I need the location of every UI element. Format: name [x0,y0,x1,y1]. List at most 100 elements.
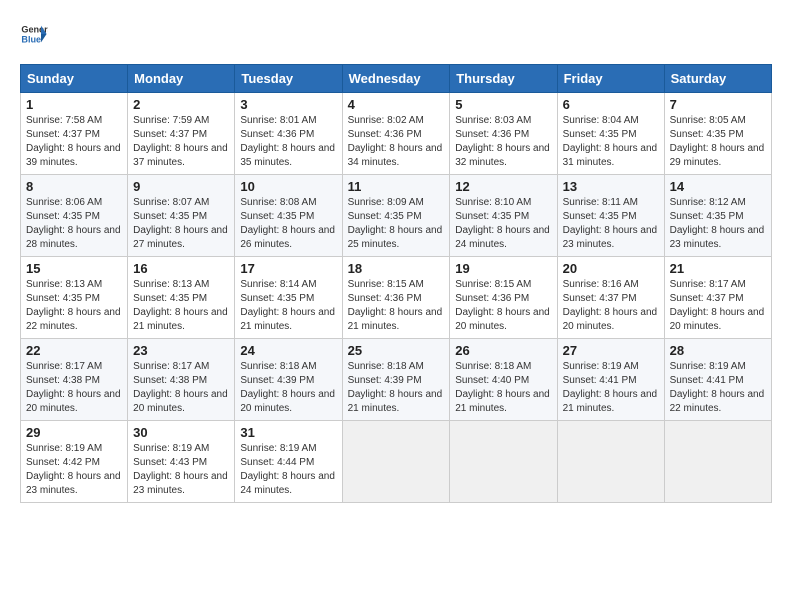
day-number: 19 [455,261,551,276]
day-cell: 7 Sunrise: 8:05 AMSunset: 4:35 PMDaylight… [664,93,771,175]
day-cell: 26 Sunrise: 8:18 AMSunset: 4:40 PMDayligh… [450,339,557,421]
day-number: 16 [133,261,229,276]
day-number: 6 [563,97,659,112]
header-sunday: Sunday [21,65,128,93]
day-info: Sunrise: 8:19 AMSunset: 4:44 PMDaylight:… [240,442,336,498]
day-info: Sunrise: 8:15 AMSunset: 4:36 PMDaylight:… [348,278,445,334]
day-number: 10 [240,179,336,194]
calendar-header-row: SundayMondayTuesdayWednesdayThursdayFrid… [21,65,772,93]
day-info: Sunrise: 8:02 AMSunset: 4:36 PMDaylight:… [348,114,445,170]
day-cell: 30Sunrise: 8:19 AMSunset: 4:43 PMDayligh… [128,421,235,503]
day-info: Sunrise: 8:17 AMSunset: 4:37 PMDaylight:… [670,278,766,334]
week-row-2: 8 Sunrise: 8:06 AMSunset: 4:35 PMDaylight… [21,175,772,257]
day-cell [450,421,557,503]
day-info: Sunrise: 8:13 AMSunset: 4:35 PMDaylight:… [26,278,122,334]
day-info: Sunrise: 8:09 AMSunset: 4:35 PMDaylight:… [348,196,445,252]
day-cell: 3 Sunrise: 8:01 AMSunset: 4:36 PMDaylight… [235,93,342,175]
day-number: 30 [133,425,229,440]
day-cell: 6 Sunrise: 8:04 AMSunset: 4:35 PMDaylight… [557,93,664,175]
day-number: 22 [26,343,122,358]
day-cell: 4 Sunrise: 8:02 AMSunset: 4:36 PMDaylight… [342,93,450,175]
day-number: 21 [670,261,766,276]
day-info: Sunrise: 8:08 AMSunset: 4:35 PMDaylight:… [240,196,336,252]
page-header: General Blue [20,20,772,48]
day-number: 8 [26,179,122,194]
day-cell: 18 Sunrise: 8:15 AMSunset: 4:36 PMDayligh… [342,257,450,339]
day-cell: 5 Sunrise: 8:03 AMSunset: 4:36 PMDaylight… [450,93,557,175]
header-friday: Friday [557,65,664,93]
day-info: Sunrise: 8:10 AMSunset: 4:35 PMDaylight:… [455,196,551,252]
day-cell: 31Sunrise: 8:19 AMSunset: 4:44 PMDayligh… [235,421,342,503]
day-cell: 20 Sunrise: 8:16 AMSunset: 4:37 PMDayligh… [557,257,664,339]
day-number: 25 [348,343,445,358]
day-cell: 22Sunrise: 8:17 AMSunset: 4:38 PMDayligh… [21,339,128,421]
day-info: Sunrise: 8:01 AMSunset: 4:36 PMDaylight:… [240,114,336,170]
day-number: 3 [240,97,336,112]
day-cell: 27 Sunrise: 8:19 AMSunset: 4:41 PMDayligh… [557,339,664,421]
day-number: 2 [133,97,229,112]
day-number: 13 [563,179,659,194]
week-row-4: 22 Sunrise: 8:17 AMSunset: 4:38 PMDayligh… [21,339,772,421]
day-cell: 2 Sunrise: 7:59 AMSunset: 4:37 PMDaylight… [128,93,235,175]
day-info: Sunrise: 8:14 AMSunset: 4:35 PMDaylight:… [240,278,336,334]
day-cell: 14Sunrise: 8:12 AMSunset: 4:35 PMDayligh… [664,175,771,257]
week-row-5: 29 Sunrise: 8:19 AMSunset: 4:42 PMDayligh… [21,421,772,503]
day-info: Sunrise: 8:18 AMSunset: 4:39 PMDaylight:… [240,360,336,416]
header-thursday: Thursday [450,65,557,93]
week-row-1: 1Sunrise: 7:58 AMSunset: 4:37 PMDaylight… [21,93,772,175]
calendar-table: SundayMondayTuesdayWednesdayThursdayFrid… [20,64,772,503]
day-cell: 28Sunrise: 8:19 AMSunset: 4:41 PMDayligh… [664,339,771,421]
day-cell: 21 Sunrise: 8:17 AMSunset: 4:37 PMDayligh… [664,257,771,339]
day-info: Sunrise: 8:04 AMSunset: 4:35 PMDaylight:… [563,114,659,170]
day-info: Sunrise: 8:03 AMSunset: 4:36 PMDaylight:… [455,114,551,170]
day-number: 12 [455,179,551,194]
day-number: 23 [133,343,229,358]
day-cell: 15 Sunrise: 8:13 AMSunset: 4:35 PMDayligh… [21,257,128,339]
day-number: 5 [455,97,551,112]
header-saturday: Saturday [664,65,771,93]
day-number: 11 [348,179,445,194]
day-number: 29 [26,425,122,440]
day-number: 1 [26,97,122,112]
day-number: 20 [563,261,659,276]
logo: General Blue [20,20,52,48]
header-monday: Monday [128,65,235,93]
day-info: Sunrise: 8:16 AMSunset: 4:37 PMDaylight:… [563,278,659,334]
day-number: 26 [455,343,551,358]
header-tuesday: Tuesday [235,65,342,93]
day-cell [342,421,450,503]
day-info: Sunrise: 8:18 AMSunset: 4:40 PMDaylight:… [455,360,551,416]
day-number: 15 [26,261,122,276]
day-cell: 1Sunrise: 7:58 AMSunset: 4:37 PMDaylight… [21,93,128,175]
day-number: 18 [348,261,445,276]
day-info: Sunrise: 7:59 AMSunset: 4:37 PMDaylight:… [133,114,229,170]
day-info: Sunrise: 8:11 AMSunset: 4:35 PMDaylight:… [563,196,659,252]
day-cell: 19 Sunrise: 8:15 AMSunset: 4:36 PMDayligh… [450,257,557,339]
day-info: Sunrise: 8:05 AMSunset: 4:35 PMDaylight:… [670,114,766,170]
day-info: Sunrise: 8:19 AMSunset: 4:41 PMDaylight:… [563,360,659,416]
day-number: 4 [348,97,445,112]
day-cell: 11 Sunrise: 8:09 AMSunset: 4:35 PMDayligh… [342,175,450,257]
day-info: Sunrise: 8:19 AMSunset: 4:42 PMDaylight:… [26,442,122,498]
day-cell: 10 Sunrise: 8:08 AMSunset: 4:35 PMDayligh… [235,175,342,257]
day-number: 27 [563,343,659,358]
day-cell: 17 Sunrise: 8:14 AMSunset: 4:35 PMDayligh… [235,257,342,339]
day-info: Sunrise: 8:19 AMSunset: 4:41 PMDaylight:… [670,360,766,416]
day-cell [557,421,664,503]
day-number: 17 [240,261,336,276]
day-number: 9 [133,179,229,194]
day-cell: 23 Sunrise: 8:17 AMSunset: 4:38 PMDayligh… [128,339,235,421]
day-info: Sunrise: 8:06 AMSunset: 4:35 PMDaylight:… [26,196,122,252]
day-number: 7 [670,97,766,112]
day-info: Sunrise: 8:17 AMSunset: 4:38 PMDaylight:… [133,360,229,416]
day-info: Sunrise: 8:12 AMSunset: 4:35 PMDaylight:… [670,196,766,252]
week-row-3: 15 Sunrise: 8:13 AMSunset: 4:35 PMDayligh… [21,257,772,339]
day-cell: 12 Sunrise: 8:10 AMSunset: 4:35 PMDayligh… [450,175,557,257]
svg-text:Blue: Blue [21,34,41,44]
header-wednesday: Wednesday [342,65,450,93]
day-cell: 16Sunrise: 8:13 AMSunset: 4:35 PMDayligh… [128,257,235,339]
logo-icon: General Blue [20,20,48,48]
day-cell [664,421,771,503]
day-info: Sunrise: 8:15 AMSunset: 4:36 PMDaylight:… [455,278,551,334]
day-cell: 24Sunrise: 8:18 AMSunset: 4:39 PMDayligh… [235,339,342,421]
